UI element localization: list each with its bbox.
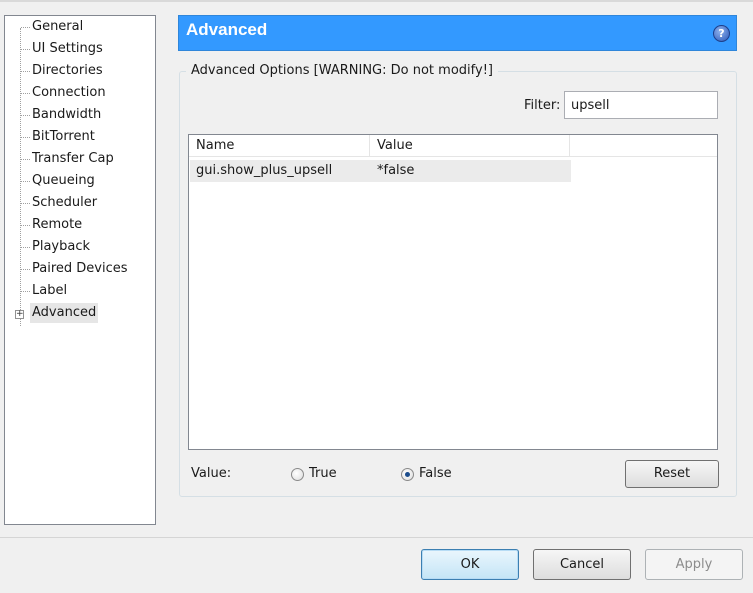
tree-branch (21, 203, 30, 204)
true-radio-label[interactable]: True (309, 465, 337, 483)
preferences-category-tree[interactable]: General UI Settings Directories Connecti… (4, 15, 156, 525)
tree-branch (21, 71, 30, 72)
tree-item-queueing[interactable]: Queueing (30, 171, 97, 191)
tree-item-bittorrent[interactable]: BitTorrent (30, 127, 97, 147)
tree-item-advanced[interactable]: Advanced (30, 303, 99, 323)
window-top-border (0, 0, 753, 2)
tree-branch (21, 115, 30, 116)
tree-item-transfer-cap[interactable]: Transfer Cap (30, 149, 116, 169)
tree-connector-line (20, 28, 21, 326)
reset-button[interactable]: Reset (625, 460, 719, 488)
tree-branch (21, 291, 30, 292)
true-radio[interactable] (291, 468, 304, 481)
tree-item-scheduler[interactable]: Scheduler (30, 193, 99, 213)
tree-item-remote[interactable]: Remote (30, 215, 84, 235)
tree-branch (21, 49, 30, 50)
value-label: Value: (191, 466, 232, 481)
footer-divider (0, 537, 753, 538)
group-title: Advanced Options [WARNING: Do not modify… (186, 62, 498, 80)
tree-item-bandwidth[interactable]: Bandwidth (30, 105, 103, 125)
tree-item-connection[interactable]: Connection (30, 83, 108, 103)
help-icon[interactable]: ? (713, 25, 730, 42)
page-title: Advanced (186, 20, 268, 39)
row-name-cell: gui.show_plus_upsell (196, 163, 333, 178)
expand-plus-icon[interactable]: + (15, 310, 24, 319)
tree-item-playback[interactable]: Playback (30, 237, 92, 257)
tree-item-label[interactable]: Label (30, 281, 69, 301)
false-radio[interactable] (401, 468, 414, 481)
tree-branch (21, 137, 30, 138)
tree-item-general[interactable]: General (30, 17, 85, 37)
table-row[interactable]: gui.show_plus_upsell *false (190, 160, 571, 182)
apply-button[interactable]: Apply (645, 549, 743, 580)
cancel-button[interactable]: Cancel (533, 549, 631, 580)
row-value-cell: *false (377, 163, 415, 178)
column-header-name[interactable]: Name (189, 135, 370, 157)
list-header: Name Value (189, 135, 717, 157)
tree-branch (21, 27, 30, 28)
ok-button[interactable]: OK (421, 549, 519, 580)
tree-branch (21, 159, 30, 160)
tree-branch (21, 225, 30, 226)
options-list[interactable]: Name Value gui.show_plus_upsell *false (188, 134, 718, 450)
tree-item-ui-settings[interactable]: UI Settings (30, 39, 105, 59)
section-header: Advanced ? (178, 15, 737, 51)
false-radio-label[interactable]: False (419, 465, 452, 483)
tree-item-directories[interactable]: Directories (30, 61, 105, 81)
filter-input[interactable] (564, 91, 718, 119)
tree-branch (21, 93, 30, 94)
tree-branch (21, 247, 30, 248)
column-header-value[interactable]: Value (370, 135, 570, 157)
tree-item-paired-devices[interactable]: Paired Devices (30, 259, 130, 279)
tree-branch (21, 181, 30, 182)
filter-label: Filter: (524, 98, 561, 113)
tree-branch (21, 269, 30, 270)
